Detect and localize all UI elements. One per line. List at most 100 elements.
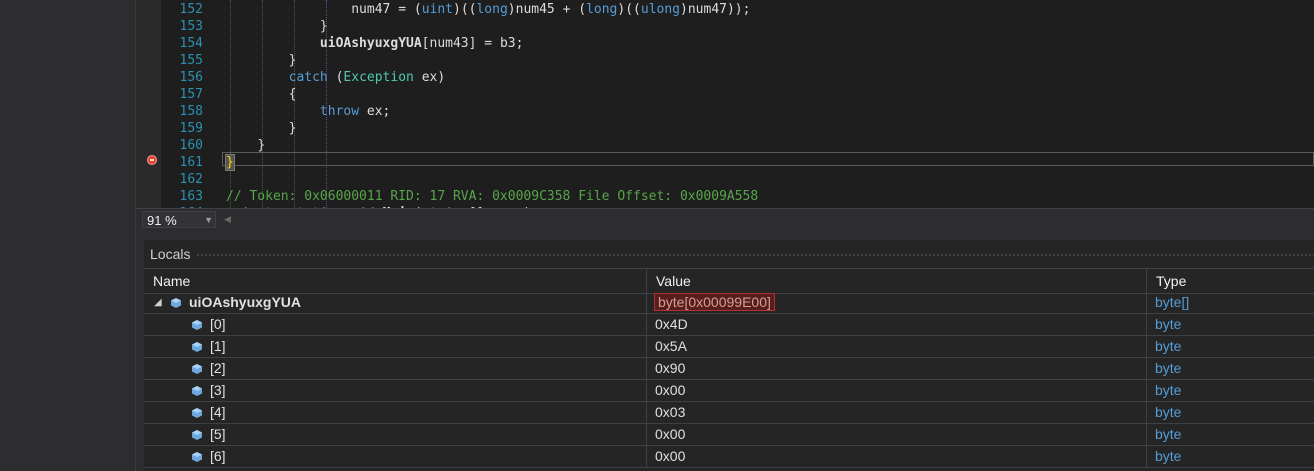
code-text: uiOAshyuxgYUA[num43] = b3; bbox=[319, 36, 524, 51]
locals-row[interactable]: [0] 0x4D byte bbox=[144, 314, 1314, 336]
value-cell[interactable]: 0x00 bbox=[646, 380, 1146, 401]
name-cell[interactable]: [2] bbox=[144, 358, 646, 379]
line-number: 160 bbox=[179, 138, 203, 153]
code-line[interactable]: 158 throw ex; bbox=[136, 103, 1314, 120]
item-index: [1] bbox=[210, 338, 226, 354]
locals-row[interactable]: [4] 0x03 byte bbox=[144, 402, 1314, 424]
column-header-value[interactable]: Value bbox=[646, 269, 1146, 293]
changed-value[interactable]: byte[0x00099E00] bbox=[654, 293, 775, 311]
line-number: 155 bbox=[179, 53, 203, 68]
line-number: 156 bbox=[179, 70, 203, 85]
item-index: [5] bbox=[210, 426, 226, 442]
code-text: } bbox=[288, 53, 297, 68]
code-line[interactable]: 154 uiOAshyuxgYUA[num43] = b3; bbox=[136, 35, 1314, 52]
zoom-value: 91 % bbox=[147, 213, 177, 228]
code-editor[interactable]: 152 num47 = (uint)((long)num45 + (long)(… bbox=[136, 0, 1314, 208]
zoom-dropdown[interactable]: 91 % ▼ bbox=[142, 211, 216, 228]
locals-row-root[interactable]: ◢ uiOAshyuxgYUA byte[0x00099E00] byte[] bbox=[144, 292, 1314, 314]
code-text: catch (Exception ex) bbox=[288, 70, 446, 85]
code-text: num47 = (uint)((long)num45 + (long)((ulo… bbox=[351, 2, 751, 17]
name-cell[interactable]: [4] bbox=[144, 402, 646, 423]
name-cell[interactable]: [5] bbox=[144, 424, 646, 445]
line-number: 157 bbox=[179, 87, 203, 102]
type-cell: byte bbox=[1146, 314, 1314, 335]
line-number: 163 bbox=[179, 189, 203, 204]
code-line[interactable]: 161} bbox=[136, 154, 1314, 171]
variable-cube-icon bbox=[192, 386, 202, 396]
type-cell: byte bbox=[1146, 336, 1314, 357]
item-index: [3] bbox=[210, 382, 226, 398]
code-line[interactable]: 163 // Token: 0x06000011 RID: 17 RVA: 0x0… bbox=[136, 188, 1314, 205]
variable-cube-icon bbox=[192, 408, 202, 418]
variable-cube-icon bbox=[192, 364, 202, 374]
code-text: } bbox=[288, 121, 297, 136]
line-number: 161 bbox=[179, 155, 203, 170]
locals-title-bar[interactable]: Locals bbox=[144, 240, 1314, 268]
code-line[interactable]: 160 } bbox=[136, 137, 1314, 154]
type-cell: byte bbox=[1146, 446, 1314, 467]
line-number: 153 bbox=[179, 19, 203, 34]
variable-name: uiOAshyuxgYUA bbox=[189, 294, 302, 310]
code-text: } bbox=[257, 138, 266, 153]
code-text: { bbox=[288, 87, 297, 102]
line-number: 152 bbox=[179, 2, 203, 17]
name-cell[interactable]: [3] bbox=[144, 380, 646, 401]
code-text: throw ex; bbox=[319, 104, 391, 119]
locals-window: Locals Name Value Type ◢ uiOAshyuxgYUA b… bbox=[144, 240, 1314, 471]
line-number: 159 bbox=[179, 121, 203, 136]
locals-row[interactable]: [5] 0x00 byte bbox=[144, 424, 1314, 446]
code-line[interactable]: 159 } bbox=[136, 120, 1314, 137]
item-index: [6] bbox=[210, 448, 226, 464]
value-cell[interactable]: 0x00 bbox=[646, 446, 1146, 467]
code-line[interactable]: 156 catch (Exception ex) bbox=[136, 69, 1314, 86]
code-text: } bbox=[225, 154, 235, 171]
code-line[interactable]: 157 { bbox=[136, 86, 1314, 103]
code-text: } bbox=[319, 19, 328, 34]
locals-header: Name Value Type bbox=[144, 268, 1314, 294]
type-cell: byte bbox=[1146, 424, 1314, 445]
value-cell[interactable]: 0x00 bbox=[646, 424, 1146, 445]
variable-cube-icon bbox=[192, 452, 202, 462]
type-cell: byte bbox=[1146, 380, 1314, 401]
collapse-triangle-icon[interactable]: ◢ bbox=[154, 292, 162, 313]
drag-grip[interactable] bbox=[196, 253, 1314, 257]
scroll-left-icon[interactable]: ◀ bbox=[224, 214, 231, 225]
type-cell: byte bbox=[1146, 402, 1314, 423]
type-cell: byte[] bbox=[1146, 292, 1314, 313]
item-index: [2] bbox=[210, 360, 226, 376]
name-cell[interactable]: [0] bbox=[144, 314, 646, 335]
value-cell[interactable]: 0x4D bbox=[646, 314, 1146, 335]
value-cell[interactable]: byte[0x00099E00] bbox=[646, 292, 1146, 313]
item-index: [0] bbox=[210, 316, 226, 332]
value-cell[interactable]: 0x90 bbox=[646, 358, 1146, 379]
left-panel bbox=[0, 0, 136, 471]
name-cell[interactable]: ◢ uiOAshyuxgYUA bbox=[144, 292, 646, 313]
line-number: 158 bbox=[179, 104, 203, 119]
locals-row[interactable]: [3] 0x00 byte bbox=[144, 380, 1314, 402]
chevron-down-icon: ▼ bbox=[204, 215, 213, 225]
name-cell[interactable]: [1] bbox=[144, 336, 646, 357]
item-index: [4] bbox=[210, 404, 226, 420]
code-line[interactable]: 162 bbox=[136, 171, 1314, 188]
code-line[interactable]: 153 } bbox=[136, 18, 1314, 35]
locals-row[interactable]: [1] 0x5A byte bbox=[144, 336, 1314, 358]
variable-cube-icon bbox=[171, 298, 181, 308]
column-header-name[interactable]: Name bbox=[144, 269, 646, 293]
locals-row[interactable]: [6] 0x00 byte bbox=[144, 446, 1314, 468]
locals-row[interactable]: [2] 0x90 byte bbox=[144, 358, 1314, 380]
value-cell[interactable]: 0x5A bbox=[646, 336, 1146, 357]
code-line[interactable]: 152 num47 = (uint)((long)num45 + (long)(… bbox=[136, 1, 1314, 18]
name-cell[interactable]: [6] bbox=[144, 446, 646, 467]
code-line[interactable]: 155 } bbox=[136, 52, 1314, 69]
variable-cube-icon bbox=[192, 320, 202, 330]
type-cell: byte bbox=[1146, 358, 1314, 379]
column-header-type[interactable]: Type bbox=[1146, 269, 1314, 293]
locals-title: Locals bbox=[150, 246, 191, 262]
variable-cube-icon bbox=[192, 342, 202, 352]
editor-status-bar: 91 % ▼ ◀ bbox=[136, 208, 1314, 231]
code-text: // Token: 0x06000011 RID: 17 RVA: 0x0009… bbox=[226, 189, 759, 204]
value-cell[interactable]: 0x03 bbox=[646, 402, 1146, 423]
line-number: 162 bbox=[179, 172, 203, 187]
line-number: 154 bbox=[179, 36, 203, 51]
variable-cube-icon bbox=[192, 430, 202, 440]
